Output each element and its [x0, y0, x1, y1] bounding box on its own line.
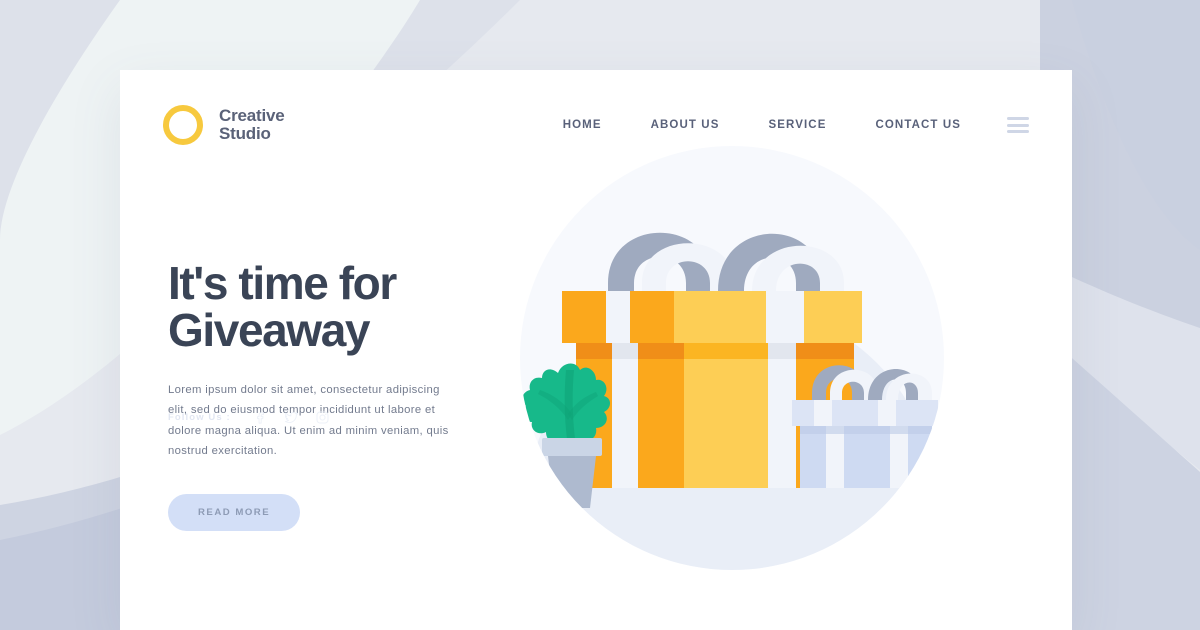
page-title: It's time for Giveaway — [168, 260, 498, 354]
circle-ring-icon — [163, 105, 203, 145]
brand-name-line2: Studio — [219, 124, 271, 143]
gift-box-small-blue — [792, 365, 938, 488]
read-more-button[interactable]: READ MORE — [168, 494, 301, 531]
brand-name: Creative Studio — [219, 105, 285, 144]
page-card: Creative Studio HOME ABOUT US SERVICE CO… — [120, 70, 1072, 630]
hamburger-bar-3 — [1007, 130, 1029, 133]
instagram-icon[interactable] — [315, 410, 330, 425]
facebook-icon[interactable] — [253, 410, 268, 425]
headline-line-2: Giveaway — [168, 303, 370, 356]
hamburger-menu-icon[interactable] — [1007, 117, 1029, 133]
headline-line-1: It's time for — [168, 257, 397, 309]
gift-box-lids — [562, 291, 862, 343]
brand-name-line1: Creative — [219, 105, 285, 125]
twitter-icon[interactable] — [284, 410, 299, 425]
hamburger-bar-1 — [1007, 117, 1029, 120]
hamburger-bar-2 — [1007, 123, 1029, 127]
follow-us-label: Follow Us : — [168, 412, 231, 423]
brand-logo[interactable]: Creative Studio — [163, 105, 285, 145]
hero-content: It's time for Giveaway Lorem ipsum dolor… — [168, 260, 498, 531]
follow-us-bar: Follow Us : — [168, 410, 330, 425]
gift-boxes-illustration — [480, 108, 980, 608]
